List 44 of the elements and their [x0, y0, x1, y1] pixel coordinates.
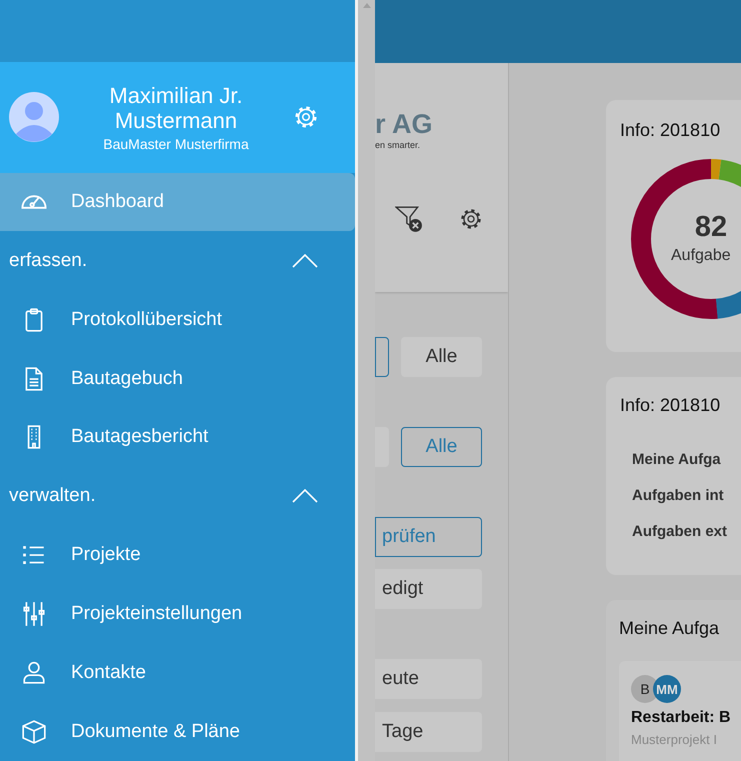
card-title: Info: 201810 [620, 395, 722, 416]
nav-item[interactable]: Kontakte [0, 643, 355, 702]
cube-icon [21, 718, 47, 745]
scrollbar[interactable] [355, 0, 375, 761]
scroll-up-arrow-icon[interactable] [362, 3, 370, 8]
task-project: Musterprojekt I [631, 732, 718, 747]
chevron-up-icon [292, 489, 318, 504]
card-title: Info: 201810 [620, 120, 722, 141]
section-header[interactable]: erfassen. [0, 231, 355, 290]
task-title: Restarbeit: B [631, 709, 732, 727]
gauge-icon [21, 195, 47, 210]
nav-item[interactable]: Bautagesbericht [0, 408, 355, 467]
total-count: 82 [694, 211, 728, 244]
logo-tagline: en smarter. [375, 140, 420, 150]
nav-item[interactable]: Protokollübersicht [0, 290, 355, 350]
clear-filter-icon[interactable] [395, 205, 423, 233]
nav-item[interactable]: Dokumente & Pläne [0, 702, 355, 761]
task-card[interactable]: B MM Restarbeit: B Musterprojekt I [619, 661, 741, 761]
nav-item[interactable]: Dashboard [0, 172, 355, 232]
chart-caption: Aufgabe [671, 247, 731, 265]
company-name: BauMaster Musterfirma [103, 136, 249, 152]
settings-icon[interactable] [459, 207, 483, 231]
section-header[interactable]: verwalten. [0, 466, 355, 526]
nav-item[interactable]: Bautagebuch [0, 349, 355, 408]
info-row-label: Aufgaben int [632, 487, 725, 504]
filter-button[interactable]: Tage [375, 712, 482, 752]
filter-button[interactable] [375, 337, 389, 377]
nav-item[interactable]: Projekte [0, 526, 355, 584]
sliders-icon [21, 600, 47, 627]
filter-button[interactable]: prüfen [375, 517, 482, 557]
initials-avatar: MM [653, 675, 681, 703]
card-title: Meine Aufga [619, 618, 720, 639]
person-icon [21, 660, 47, 686]
filter-button[interactable]: Alle [401, 337, 482, 377]
chevron-up-icon [292, 254, 318, 268]
avatar-icon [9, 92, 59, 142]
nav-item[interactable]: Projekteinstellungen [0, 584, 355, 644]
user-name: Maximilian Jr. Mustermann [108, 82, 244, 133]
company-logo-text: r AG [375, 109, 433, 140]
info-row-label: Meine Aufga [632, 451, 722, 468]
info-row-label: Aufgaben ext [632, 523, 728, 540]
filter-button[interactable]: Alle [401, 427, 482, 467]
filter-button[interactable]: edigt [375, 569, 482, 609]
filter-button[interactable]: eute [375, 659, 482, 699]
